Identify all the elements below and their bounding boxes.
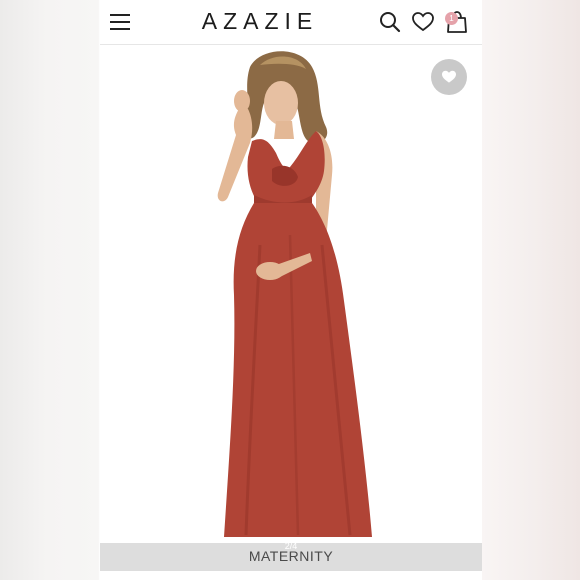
image-caption: MATERNITY bbox=[248, 548, 334, 564]
search-icon[interactable] bbox=[379, 11, 401, 33]
favorite-button[interactable] bbox=[431, 59, 467, 95]
hamburger-icon[interactable] bbox=[110, 13, 132, 31]
top-navigation-bar: AZAZIE 1 bbox=[100, 0, 482, 45]
dress-model-illustration bbox=[217, 51, 372, 537]
phone-screen: AZAZIE 1 2/4 MATERNITY bbox=[100, 0, 482, 580]
cart-count-badge: 1 bbox=[445, 12, 458, 25]
product-image[interactable] bbox=[100, 45, 482, 545]
heart-filled-icon bbox=[442, 70, 456, 83]
heart-outline-icon[interactable] bbox=[412, 12, 434, 32]
brand-logo[interactable]: AZAZIE bbox=[180, 8, 340, 35]
